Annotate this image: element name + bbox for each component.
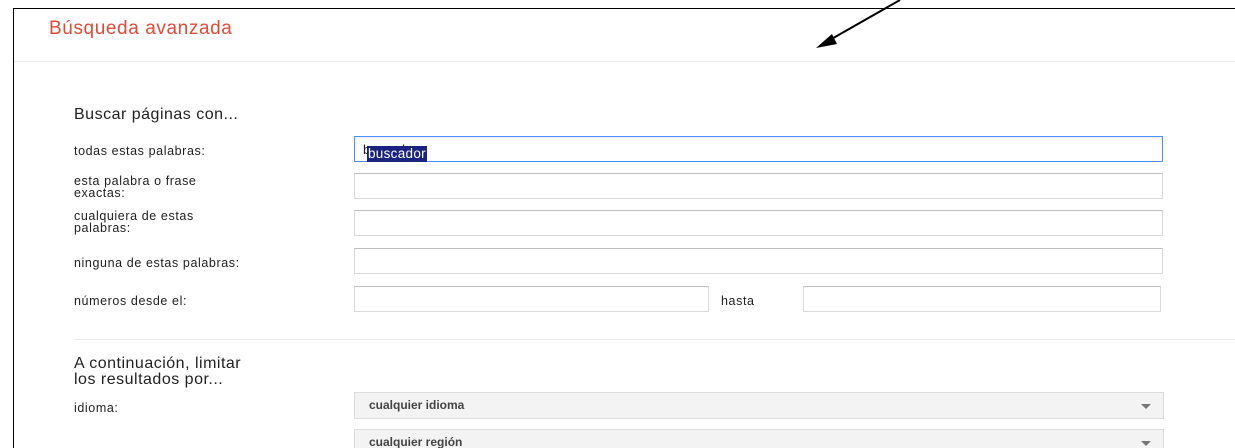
none-words-input[interactable] (354, 248, 1163, 274)
dropdown-arrow-icon (1141, 441, 1151, 446)
narrow-results-heading-line1: A continuación, limitar (74, 355, 242, 372)
numbers-from-input[interactable] (354, 286, 709, 312)
language-selected-value: cualquier idioma (369, 398, 465, 412)
any-words-label-line2: palabras: (74, 221, 131, 235)
dropdown-arrow-icon (1141, 404, 1151, 409)
all-words-label: todas estas palabras: (74, 144, 206, 158)
region-selected-value: cualquier región (369, 435, 463, 448)
numbers-to-label: hasta (721, 294, 755, 308)
exact-phrase-input[interactable] (354, 173, 1163, 199)
narrow-results-heading-line2: los resultados por... (74, 371, 224, 388)
region-select[interactable]: cualquier región (354, 429, 1164, 448)
section-divider (74, 339, 1235, 340)
language-select[interactable]: cualquier idioma (354, 392, 1164, 419)
none-words-label: ninguna de estas palabras: (74, 256, 240, 270)
exact-phrase-label: esta palabra o frase exactas: (74, 175, 197, 200)
narrow-results-heading: A continuación, limitar los resultados p… (74, 356, 241, 388)
header-divider (14, 61, 1235, 62)
any-words-label: cualquiera de estas palabras: (74, 210, 194, 235)
all-words-input[interactable] (354, 136, 1163, 162)
numbers-to-input[interactable] (803, 286, 1161, 312)
page-title: Búsqueda avanzada (49, 18, 233, 39)
exact-phrase-label-line2: exactas: (74, 186, 126, 200)
numbers-from-label: números desde el: (74, 294, 188, 308)
any-words-input[interactable] (354, 210, 1163, 236)
advanced-search-page: Búsqueda avanzada Buscar páginas con... … (13, 8, 1235, 448)
find-pages-heading: Buscar páginas con... (74, 106, 239, 123)
language-label: idioma: (74, 401, 119, 415)
all-words-selected-text: buscador (367, 146, 427, 162)
